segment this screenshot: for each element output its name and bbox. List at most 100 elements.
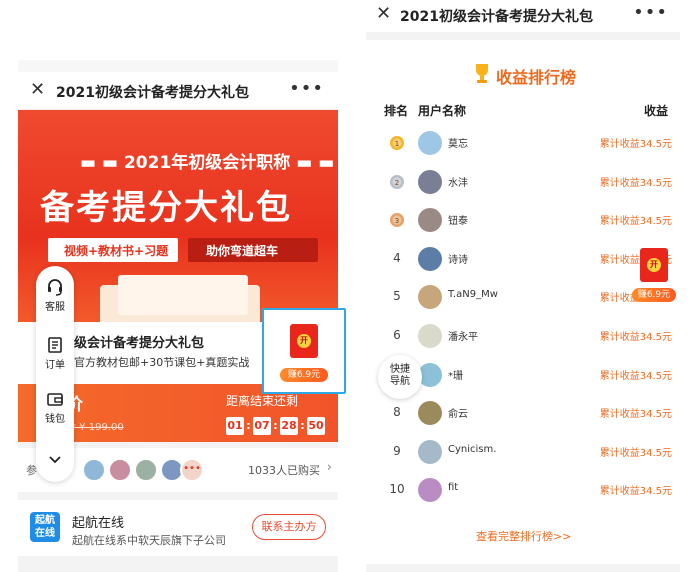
- headset-icon: [48, 279, 62, 296]
- avatar: [418, 208, 442, 233]
- avatar: [108, 458, 132, 482]
- close-icon[interactable]: ✕: [376, 3, 391, 24]
- nav-bar: ✕ 2021初级会计备考提分大礼包 •••: [18, 72, 338, 110]
- cumulative-earnings: 累计收益34.5元: [599, 216, 672, 228]
- view-full-leaderboard-link[interactable]: 查看完整排行榜>>: [476, 528, 571, 544]
- organizer-description: 起航在线系中软天辰旗下子公司: [72, 534, 226, 547]
- header-user: 用户名称: [418, 104, 467, 118]
- wallet-icon: [47, 393, 63, 406]
- timer-seconds: 50: [307, 417, 325, 435]
- product-name: 级会计备考提分大礼包: [74, 336, 205, 351]
- medal-rank-label: 1: [395, 140, 399, 148]
- leaderboard-row: 8 俞云 累计收益34.5元: [366, 394, 680, 432]
- gold-medal-icon: 1: [390, 136, 404, 150]
- rank-number: 4: [393, 250, 401, 265]
- leaderboard-row: 10 fit 累计收益34.5元: [366, 471, 680, 509]
- leaderboard-title: 收益排行榜: [496, 68, 577, 87]
- rank-number: 8: [393, 405, 401, 420]
- red-packet-widget[interactable]: 开 赚6.9元: [262, 308, 346, 394]
- more-options-icon[interactable]: •••: [633, 2, 668, 23]
- silver-medal-icon: 2: [390, 174, 404, 189]
- user-name: *珊: [448, 370, 463, 382]
- cumulative-earnings: 累计收益34.5元: [599, 139, 672, 150]
- chevron-right-icon: ›: [326, 460, 332, 475]
- user-name: 潘永平: [448, 332, 478, 343]
- packet-earn-label: 赚6.9元: [632, 288, 676, 302]
- more-avatars-icon: •••: [180, 458, 204, 482]
- organizer-logo: 起航 在线: [30, 512, 60, 542]
- avatar: [418, 131, 442, 155]
- user-name: Cynicism.: [448, 443, 497, 455]
- cumulative-earnings: 累计收益34.5元: [599, 409, 672, 421]
- nav-bar: ✕ 2021初级会计备考提分大礼包 •••: [366, 0, 680, 32]
- page-title: 2021初级会计备考提分大礼包: [400, 9, 593, 25]
- contact-organizer-button[interactable]: 联系主办方: [252, 514, 326, 540]
- open-coin-icon: 开: [647, 258, 661, 272]
- quick-nav-button[interactable]: 快捷 导航: [378, 355, 422, 399]
- page-title: 2021初级会计备考提分大礼包: [56, 85, 249, 101]
- user-name: 钮泰: [448, 216, 468, 228]
- avatar: [418, 478, 442, 503]
- banner-paper-image: [118, 275, 248, 315]
- cumulative-earnings: 累计收益34.5元: [599, 332, 672, 343]
- timer-days: 01: [226, 417, 244, 435]
- medal-rank-label: 3: [395, 217, 399, 225]
- organizer-footer: 起航 在线 起航在线 起航在线系中软天辰旗下子公司 联系主办方: [18, 500, 338, 556]
- rank-number: 6: [393, 328, 401, 342]
- cumulative-earnings: 累计收益34.5元: [599, 370, 672, 382]
- order-icon: [48, 337, 62, 353]
- more-options-icon[interactable]: •••: [289, 78, 324, 99]
- header-rank: 排名: [384, 104, 409, 118]
- countdown-label: 距离结束还剩: [226, 394, 299, 408]
- user-name: fit: [448, 482, 459, 494]
- leaderboard-row: 1 莫忘 累计收益34.5元: [366, 124, 680, 162]
- user-name: 莫忘: [448, 139, 468, 150]
- banner-subtitle: ▬ ▬ 2021年初级会计职称 ▬ ▬: [80, 153, 335, 173]
- header-earnings: 收益: [643, 104, 668, 118]
- avatar: [418, 401, 442, 426]
- avatar: [418, 285, 442, 310]
- avatar: [134, 458, 158, 482]
- leaderboard-row: 6 潘永平 累计收益34.5元: [366, 317, 680, 355]
- expand-menu-button[interactable]: [36, 450, 74, 468]
- packet-earn-label: 赚6.9元: [280, 368, 328, 382]
- cumulative-earnings: 累计收益34.5元: [599, 447, 672, 459]
- status-bar: [18, 60, 338, 72]
- user-name: T.aN9_Mw: [448, 289, 498, 301]
- leaderboard-row: 9 Cynicism. 累计收益34.5元: [366, 433, 680, 471]
- user-name: 诗诗: [448, 254, 468, 266]
- timer-hours: 07: [253, 417, 271, 435]
- red-packet-widget[interactable]: 开 赚6.9元: [630, 248, 678, 304]
- cumulative-earnings: 累计收益34.5元: [599, 486, 672, 498]
- avatar: [418, 169, 442, 194]
- banner-headline: 备考提分大礼包: [40, 188, 292, 228]
- user-name: 水沣: [448, 177, 468, 189]
- countdown-timer: 01:07:28:50: [226, 414, 325, 435]
- avatar: [418, 324, 442, 348]
- avatar: [82, 458, 106, 482]
- wallet-button[interactable]: 钱包: [36, 390, 74, 425]
- avatar: [418, 246, 442, 271]
- trophy-icon: [476, 64, 488, 83]
- floating-side-menu: 客服 订单 钱包: [36, 266, 74, 482]
- organizer-name: 起航在线: [72, 516, 125, 531]
- medal-rank-label: 2: [395, 179, 399, 187]
- leaderboard-row: 3 钮泰 累计收益34.5元: [366, 201, 680, 239]
- chevron-down-icon: [49, 456, 61, 464]
- original-price: 价 ¥ 199.00: [66, 422, 124, 433]
- orders-button[interactable]: 订单: [36, 336, 74, 371]
- open-coin-icon: 开: [297, 334, 311, 348]
- user-name: 俞云: [448, 409, 468, 421]
- close-icon[interactable]: ✕: [30, 79, 45, 100]
- rank-number: 10: [389, 482, 405, 497]
- bronze-medal-icon: 3: [390, 213, 404, 228]
- timer-minutes: 28: [280, 417, 298, 435]
- rank-number: 5: [393, 289, 401, 304]
- buyer-count: 1033人已购买: [248, 464, 320, 477]
- cumulative-earnings: 累计收益34.5元: [599, 177, 672, 189]
- product-description: 官方教材包邮+30节课包+真题实战: [74, 356, 250, 369]
- banner-chip-slogan: 助你弯道超车: [188, 238, 318, 262]
- rank-number: 9: [393, 443, 401, 458]
- banner-chip-content: 视频+教材书+习题: [48, 238, 178, 262]
- customer-service-button[interactable]: 客服: [36, 278, 74, 313]
